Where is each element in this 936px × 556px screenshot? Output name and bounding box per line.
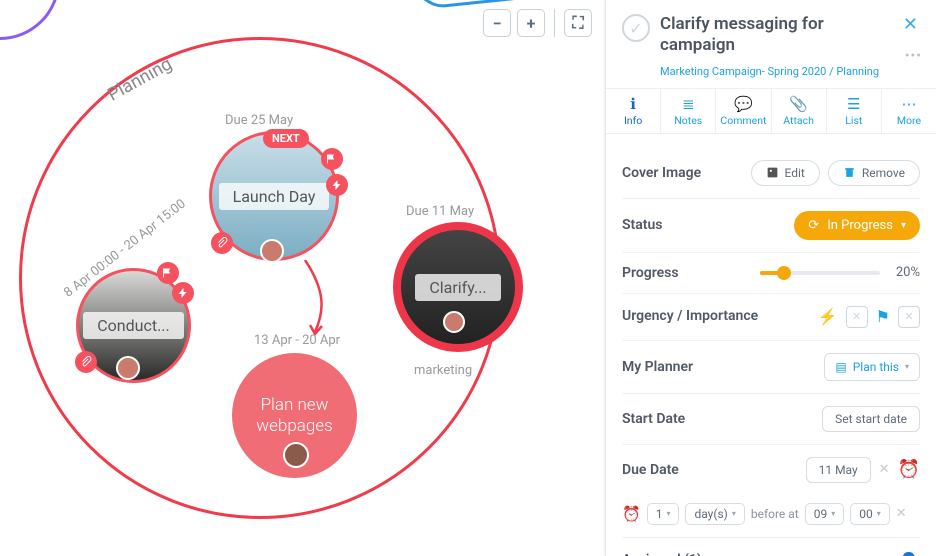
clear-due-date-icon[interactable]: ✕ [879, 462, 890, 477]
zoom-out-button[interactable]: − [483, 9, 511, 37]
assigned-label: Assigned (1) [622, 552, 702, 556]
chevron-down-icon: ▾ [877, 509, 881, 518]
importance-flag-icon[interactable]: ⚑ [876, 307, 890, 326]
progress-label: Progress [622, 265, 679, 281]
tab-comment[interactable]: 💬Comment [716, 89, 771, 133]
tab-list[interactable]: ☰List [827, 89, 882, 133]
mindmap-canvas[interactable]: Planning − + ⛶ Due 25 May Launch Day NEX… [0, 0, 605, 556]
node-title: Plan new webpages [232, 391, 357, 440]
chevron-down-icon: ▾ [732, 509, 736, 518]
close-icon[interactable]: ✕ [901, 14, 920, 35]
attach-icon: 📎 [789, 97, 808, 112]
clear-reminder-icon[interactable]: ✕ [896, 506, 907, 521]
cover-image-label: Cover Image [622, 165, 701, 181]
more-icon: ⋯ [901, 97, 916, 112]
plan-this-dropdown[interactable]: ▤Plan this▾ [824, 353, 920, 381]
due-date-button[interactable]: 11 May [806, 457, 871, 483]
progress-slider[interactable] [760, 271, 880, 275]
image-icon [766, 166, 779, 179]
reminder-row: ⏰ 1▾ day(s)▾ before at 09▾ 00▾ ✕ [622, 495, 920, 538]
due-label-launch: Due 25 May [225, 113, 293, 128]
due-date-label: Due Date [622, 462, 679, 478]
due-label-plan: 13 Apr - 20 Apr [254, 333, 340, 348]
urgency-bolt-icon[interactable]: ⚡ [818, 307, 838, 326]
reminder-toggle-icon[interactable]: ⏰ [898, 459, 920, 480]
avatar[interactable] [260, 239, 284, 263]
info-icon: ℹ [630, 97, 636, 112]
planner-icon: ▤ [835, 360, 846, 374]
edit-cover-button[interactable]: Edit [751, 160, 820, 186]
refresh-icon: ⟳ [808, 218, 819, 233]
panel-title: Clarify messaging for campaign [660, 14, 891, 57]
comment-icon: 💬 [734, 97, 753, 112]
zoom-in-button[interactable]: + [517, 9, 545, 37]
chevron-down-icon: ▾ [666, 509, 670, 518]
tab-attach[interactable]: 📎Attach [772, 89, 827, 133]
detail-panel: ✓ Clarify messaging for campaign ✕ ••• M… [605, 0, 936, 556]
slider-thumb[interactable] [777, 266, 791, 280]
outer-ring-purple [0, 0, 60, 40]
add-assignee-button[interactable]: +👤 [887, 552, 920, 556]
my-planner-label: My Planner [622, 359, 693, 375]
attachment-icon [211, 232, 233, 254]
tab-notes[interactable]: ≣Notes [661, 89, 716, 133]
more-options-icon[interactable]: ••• [905, 48, 922, 64]
breadcrumb: Marketing Campaign- Spring 2020 / Planni… [606, 65, 936, 88]
avatar[interactable] [116, 356, 140, 380]
tag-marketing: marketing [414, 363, 472, 378]
importance-clear-button[interactable]: ✕ [898, 306, 920, 328]
dependency-arrow [300, 260, 330, 340]
avatar[interactable] [443, 311, 465, 333]
zoom-controls: − + ⛶ [483, 9, 592, 37]
reminder-hour-select[interactable]: 09▾ [805, 503, 845, 525]
panel-tabs: ℹInfo ≣Notes 💬Comment 📎Attach ☰List ⋯Mor… [606, 88, 936, 134]
node-title: Launch Day [219, 183, 330, 210]
reminder-min-select[interactable]: 00▾ [850, 503, 890, 525]
urgency-label: Urgency / Importance [622, 308, 758, 326]
set-start-date-button[interactable]: Set start date [822, 406, 920, 432]
node-clarify[interactable]: Clarify... [393, 222, 523, 352]
flag-icon [321, 148, 343, 170]
reminder-qty-select[interactable]: 1▾ [647, 503, 680, 525]
bolt-icon [326, 174, 348, 196]
reminder-before-text: before at [751, 507, 799, 521]
node-title: Clarify... [415, 274, 500, 301]
status-dropdown[interactable]: ⟳In Progress▾ [794, 211, 920, 240]
list-icon: ☰ [847, 97, 860, 112]
urgency-clear-button[interactable]: ✕ [846, 306, 868, 328]
remove-cover-button[interactable]: Remove [828, 160, 920, 186]
fullscreen-button[interactable]: ⛶ [564, 9, 592, 37]
notes-icon: ≣ [682, 97, 695, 112]
next-pill: NEXT [263, 129, 309, 148]
flag-icon [157, 262, 179, 284]
avatar[interactable] [283, 442, 309, 468]
breadcrumb-link-group[interactable]: Planning [836, 65, 879, 78]
progress-value: 20% [888, 265, 920, 280]
alarm-icon: ⏰ [622, 505, 641, 523]
tab-more[interactable]: ⋯More [882, 89, 936, 133]
status-label: Status [622, 217, 662, 233]
chevron-down-icon: ▾ [901, 220, 906, 231]
bolt-icon [172, 282, 194, 304]
chevron-down-icon: ▾ [905, 362, 909, 371]
node-title: Conduct... [83, 312, 183, 339]
complete-toggle[interactable]: ✓ [622, 14, 650, 42]
breadcrumb-link-project[interactable]: Marketing Campaign- Spring 2020 [660, 65, 826, 78]
tab-info[interactable]: ℹInfo [606, 89, 661, 133]
attachment-icon [75, 351, 97, 373]
start-date-label: Start Date [622, 411, 685, 427]
due-label-clarify: Due 11 May [406, 204, 474, 219]
chevron-down-icon: ▾ [831, 509, 835, 518]
trash-icon [843, 166, 856, 179]
reminder-unit-select[interactable]: day(s)▾ [685, 503, 744, 525]
